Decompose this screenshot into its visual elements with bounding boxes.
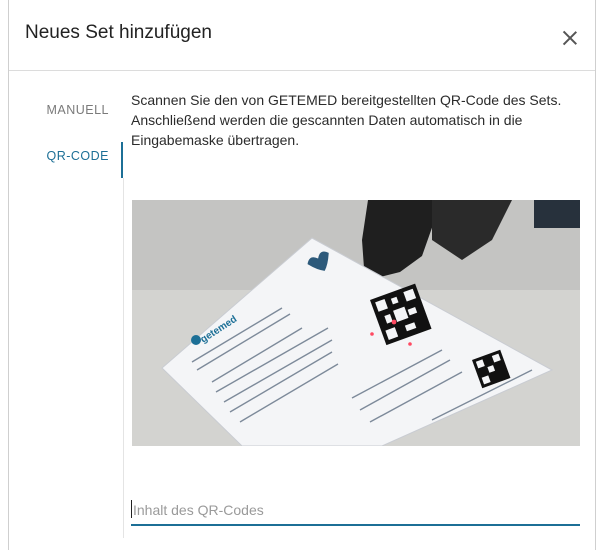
content-divider xyxy=(123,178,124,538)
qr-input-wrapper xyxy=(131,498,580,526)
text-caret xyxy=(131,500,132,518)
instruction-text: Scannen Sie den von GETEMED bereitgestel… xyxy=(131,92,562,148)
qr-code-content-input[interactable] xyxy=(131,498,580,524)
tab-manuell[interactable]: MANUELL xyxy=(9,95,123,141)
dialog-header: Neues Set hinzufügen xyxy=(9,0,595,71)
tab-qr-code[interactable]: QR-CODE xyxy=(9,141,123,187)
active-tab-indicator xyxy=(121,142,123,178)
close-icon[interactable] xyxy=(561,29,579,47)
dialog-title: Neues Set hinzufügen xyxy=(25,22,212,43)
tab-list: MANUELL QR-CODE xyxy=(9,95,123,187)
scanner-photo: getemed xyxy=(132,200,580,446)
add-set-dialog: Neues Set hinzufügen MANUELL QR-CODE Sca… xyxy=(8,0,596,550)
